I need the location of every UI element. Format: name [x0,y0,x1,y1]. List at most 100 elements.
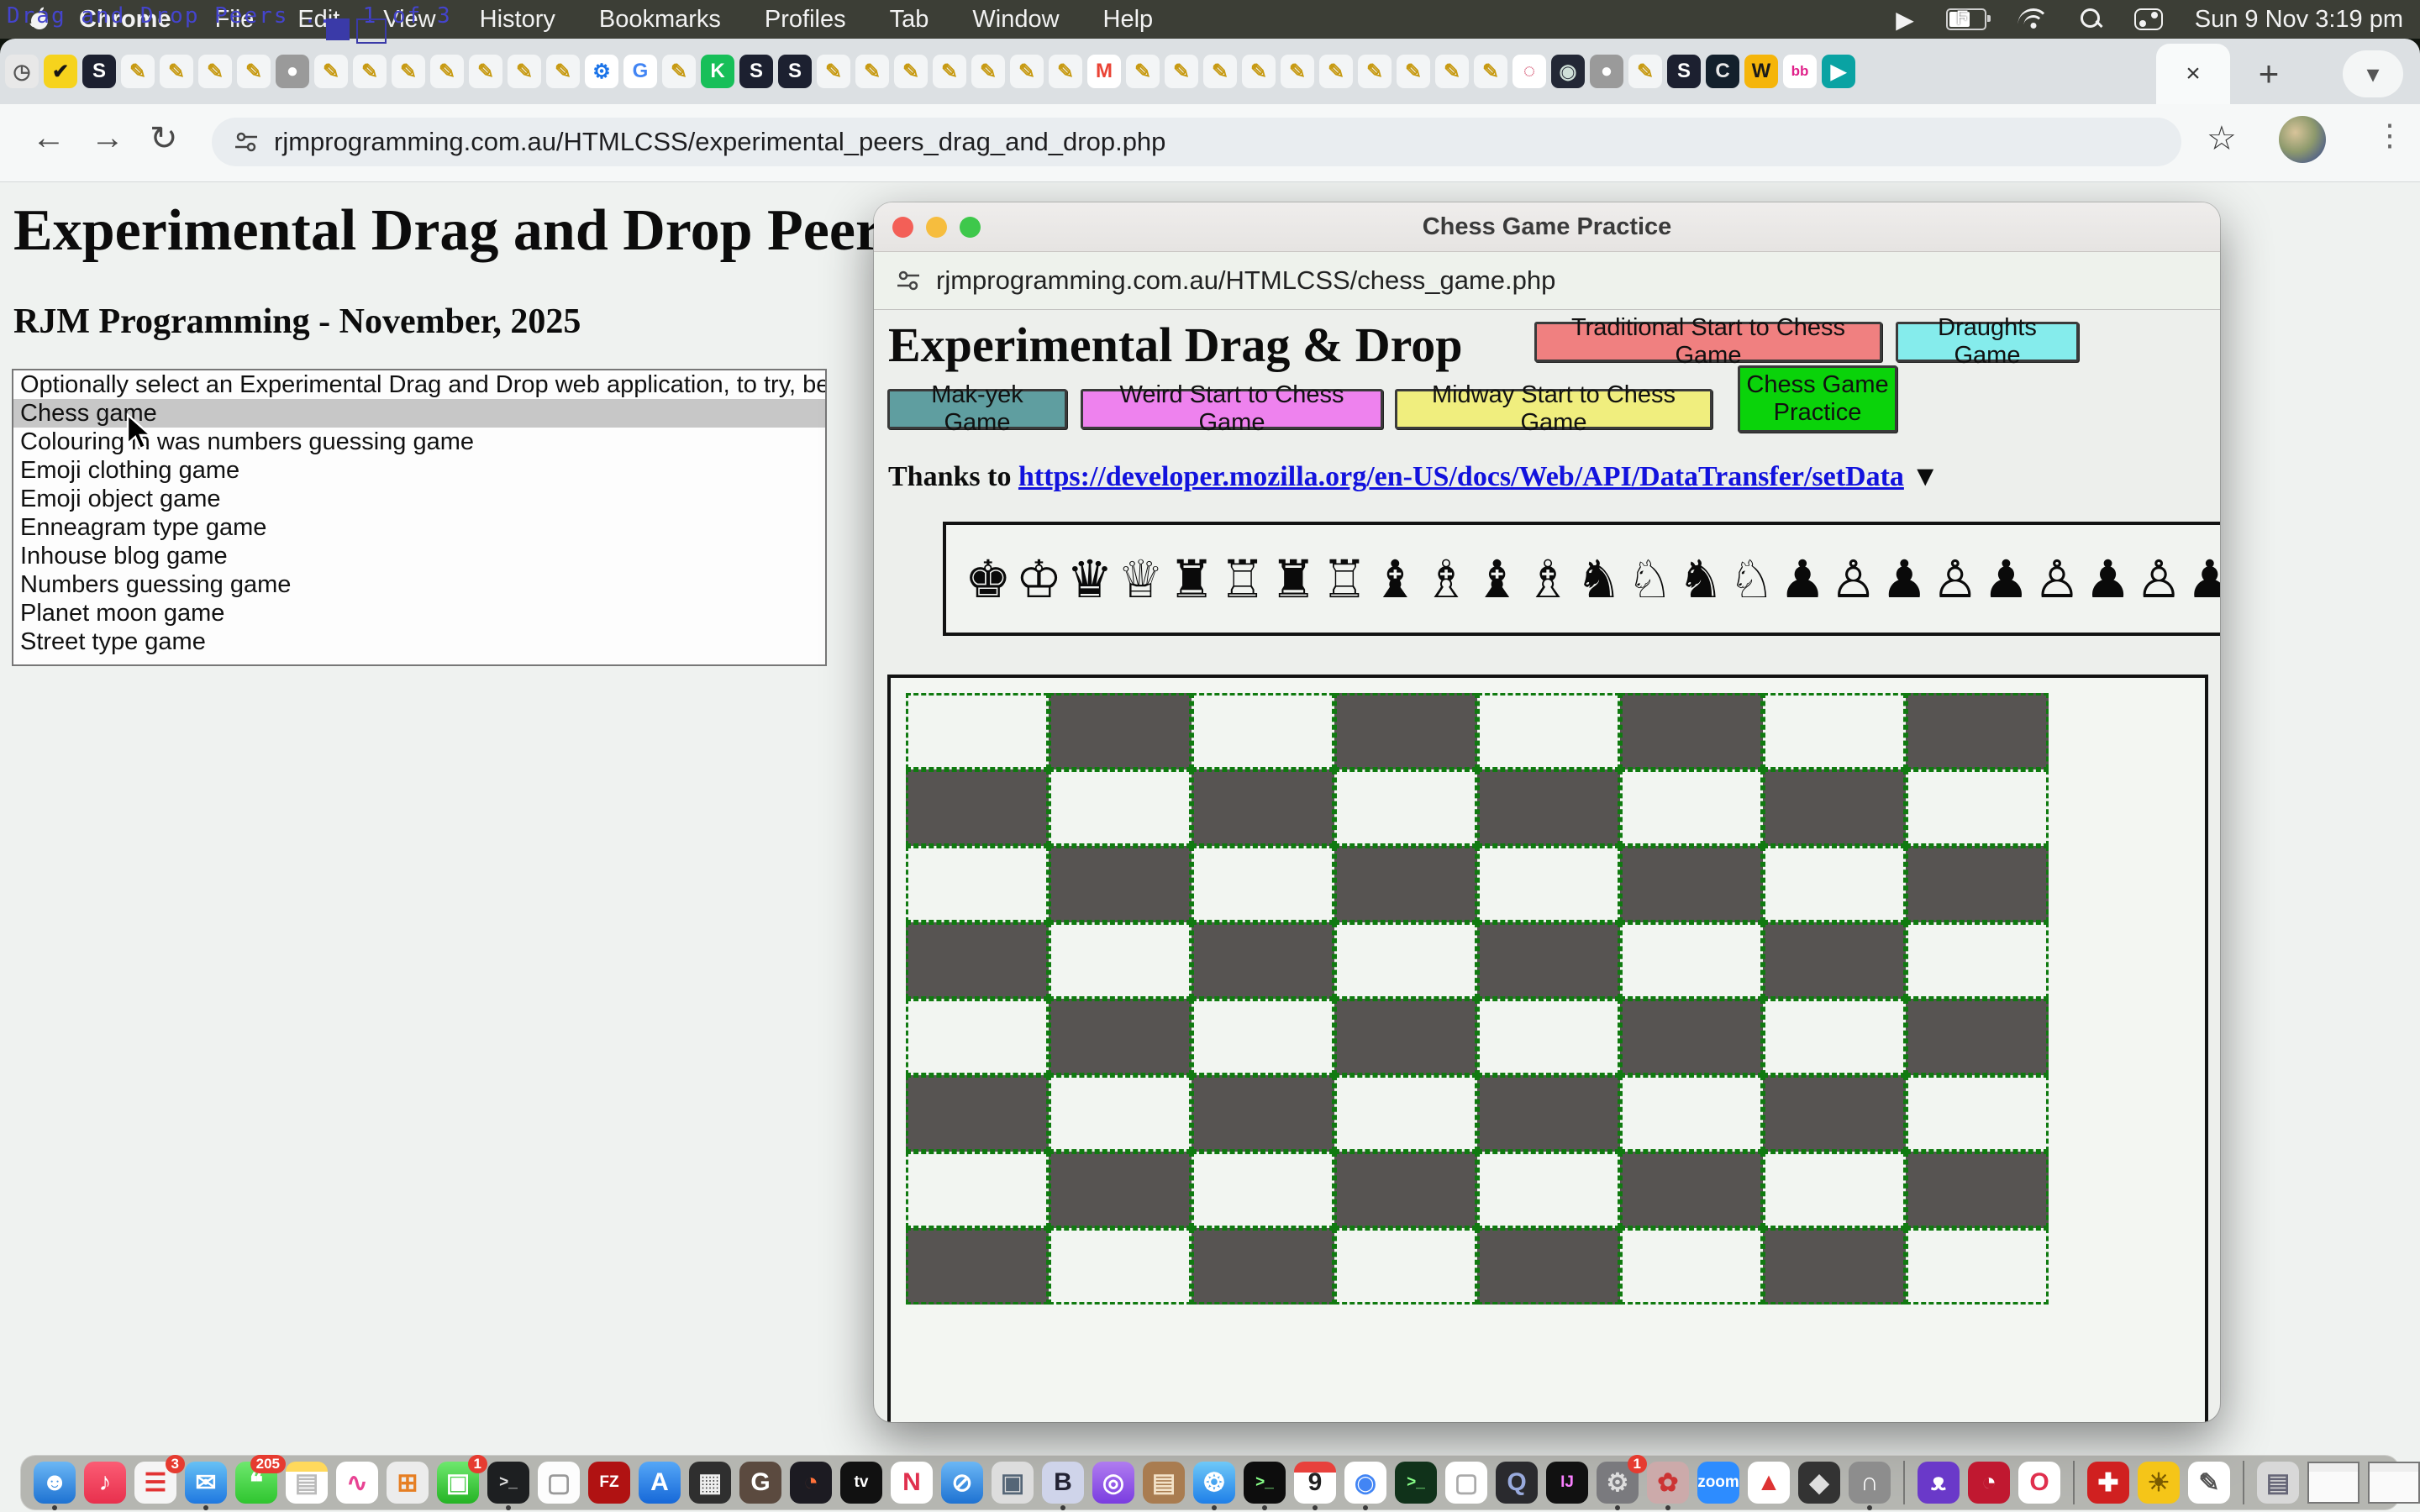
list-option-inhouse-blog-game[interactable]: Inhouse blog game [13,542,825,570]
control-center-icon[interactable] [2134,8,2163,30]
dock-icon-terminal2[interactable]: >_ [1244,1462,1286,1504]
board-cell-r7c2[interactable] [1049,1152,1192,1228]
board-cell-r8c5[interactable] [1477,1228,1620,1305]
browser-menu-icon[interactable]: ⋮ [2375,118,2405,153]
board-cell-r2c3[interactable] [1192,769,1334,846]
dock-icon-messages[interactable]: ❝205 [235,1462,277,1504]
forward-button[interactable]: → [91,119,124,157]
dock-icon-mail[interactable]: ✉ [185,1462,227,1504]
list-option-numbers-guessing-game[interactable]: Numbers guessing game [13,570,825,599]
dock-icon-firefox[interactable]: ◔ [790,1462,832,1504]
tab-search-button[interactable]: ▾ [2343,50,2403,97]
board-cell-r6c7[interactable] [1763,1075,1906,1152]
board-cell-r7c5[interactable] [1477,1152,1620,1228]
dock-icon-calendar[interactable]: 9 [1294,1462,1336,1504]
pinned-tab-tooth-icon[interactable]: ● [1590,55,1623,88]
dock-icon-books[interactable]: ▤ [1143,1462,1185,1504]
popup-url-text[interactable]: rjmprogramming.com.au/HTMLCSS/chess_game… [936,265,1555,296]
dock-icon-appletv[interactable]: tv [840,1462,882,1504]
board-cell-r7c3[interactable] [1192,1152,1334,1228]
dock-icon-textedit[interactable]: ▢ [538,1462,580,1504]
pinned-tab-pen-icon[interactable]: ✎ [121,55,155,88]
listbox-header-option[interactable]: Optionally select an Experimental Drag a… [13,370,825,399]
pinned-tab-google-icon[interactable]: G [623,55,657,88]
menu-item-help[interactable]: Help [1103,6,1154,34]
board-cell-r8c2[interactable] [1049,1228,1192,1305]
pinned-tab-pen-icon[interactable]: ✎ [855,55,889,88]
board-cell-r7c6[interactable] [1620,1152,1763,1228]
dock-icon-write[interactable]: ✎ [2188,1462,2230,1504]
board-cell-r7c7[interactable] [1763,1152,1906,1228]
new-tab-button[interactable]: + [2245,50,2292,97]
board-cell-r1c6[interactable] [1620,693,1763,769]
board-cell-r2c6[interactable] [1620,769,1763,846]
pinned-tab-s-icon[interactable]: S [1667,55,1701,88]
board-cell-r5c6[interactable] [1620,999,1763,1075]
dock-icon-zoom[interactable]: zoom [1697,1462,1739,1504]
board-cell-r4c8[interactable] [1906,922,2049,999]
dock-icon-facetime[interactable]: ▣1 [437,1462,479,1504]
pinned-tab-pen-icon[interactable]: ✎ [198,55,232,88]
minimize-window-button[interactable] [926,217,947,238]
board-cell-r1c8[interactable] [1906,693,2049,769]
board-cell-r4c7[interactable] [1763,922,1906,999]
pinned-tab-pen-icon[interactable]: ✎ [894,55,928,88]
board-cell-r1c2[interactable] [1049,693,1192,769]
board-cell-r8c8[interactable] [1906,1228,2049,1305]
board-cell-r3c2[interactable] [1049,846,1192,922]
board-cell-r5c4[interactable] [1334,999,1477,1075]
pinned-tab-pen-icon[interactable]: ✎ [971,55,1005,88]
zoom-window-button[interactable] [960,217,981,238]
board-cell-r2c5[interactable] [1477,769,1620,846]
pinned-tab-pen-icon[interactable]: ✎ [1319,55,1353,88]
pinned-tab-sbs-icon[interactable]: W [1744,55,1778,88]
bookmark-star-icon[interactable]: ☆ [2207,119,2237,158]
pinned-tab-pen-icon[interactable]: ✎ [817,55,850,88]
dock-icon-notes[interactable]: ▤ [286,1462,328,1504]
pinned-tab-pen-icon[interactable]: ✎ [933,55,966,88]
dock-icon-toolbox[interactable]: ✚ [2087,1462,2129,1504]
board-cell-r8c3[interactable] [1192,1228,1334,1305]
board-cell-r8c4[interactable] [1334,1228,1477,1305]
dock-icon-finder[interactable]: ☻ [34,1462,76,1504]
board-cell-r8c7[interactable] [1763,1228,1906,1305]
draughts-game-button[interactable]: Draughts Game [1896,322,2079,362]
address-bar[interactable]: rjmprogramming.com.au/HTMLCSS/experiment… [212,118,2181,166]
board-cell-r1c3[interactable] [1192,693,1334,769]
list-option-emoji-clothing-game[interactable]: Emoji clothing game [13,456,825,485]
pinned-tab-britbox-icon[interactable]: bb [1783,55,1817,88]
active-tab[interactable]: × [2156,44,2230,104]
dock-icon-freeform[interactable]: ∿ [336,1462,378,1504]
play-status-icon[interactable]: ▶ [1896,6,1914,34]
board-cell-r4c5[interactable] [1477,922,1620,999]
profile-avatar[interactable] [2279,116,2326,163]
pinned-tab-s-icon[interactable]: S [82,55,116,88]
dock-icon-iterm[interactable]: >_ [1395,1462,1437,1504]
pinned-tab-pen-icon[interactable]: ✎ [662,55,696,88]
dock-icon-quicktime[interactable]: Q [1496,1462,1538,1504]
back-button[interactable]: ← [32,119,66,157]
board-cell-r5c2[interactable] [1049,999,1192,1075]
pinned-tab-pen-icon[interactable]: ✎ [1126,55,1160,88]
pinned-tab-pen-icon[interactable]: ✎ [1474,55,1507,88]
pinned-tab-pen-icon[interactable]: ✎ [1397,55,1430,88]
dock-icon-inkscape[interactable]: ◆ [1798,1462,1840,1504]
chess-game-practice-button[interactable]: Chess Game Practice [1738,365,1897,433]
pinned-tab-pen-icon[interactable]: ✎ [1203,55,1237,88]
pinned-tab-pen-icon[interactable]: ✎ [508,55,541,88]
menu-item-profiles[interactable]: Profiles [765,6,846,34]
pinned-tab-pen-icon[interactable]: ✎ [1165,55,1198,88]
list-option-street-type-game[interactable]: Street type game [13,627,825,656]
weird-start-button[interactable]: Weird Start to Chess Game [1081,389,1383,429]
board-cell-r5c8[interactable] [1906,999,2049,1075]
pinned-tab-tooth-icon[interactable]: ● [276,55,309,88]
board-cell-r6c5[interactable] [1477,1075,1620,1152]
board-cell-r8c6[interactable] [1620,1228,1763,1305]
pinned-tab-clock-icon[interactable]: ◷ [5,55,39,88]
pinned-tab-pen-icon[interactable]: ✎ [546,55,580,88]
dock-icon-intellij[interactable]: IJ [1546,1462,1588,1504]
pinned-tab-dots-icon[interactable]: ◌ [1512,55,1546,88]
dock-icon-music[interactable]: ♪ [84,1462,126,1504]
popup-site-settings-icon[interactable] [896,268,921,293]
board-cell-r8c1[interactable] [906,1228,1049,1305]
